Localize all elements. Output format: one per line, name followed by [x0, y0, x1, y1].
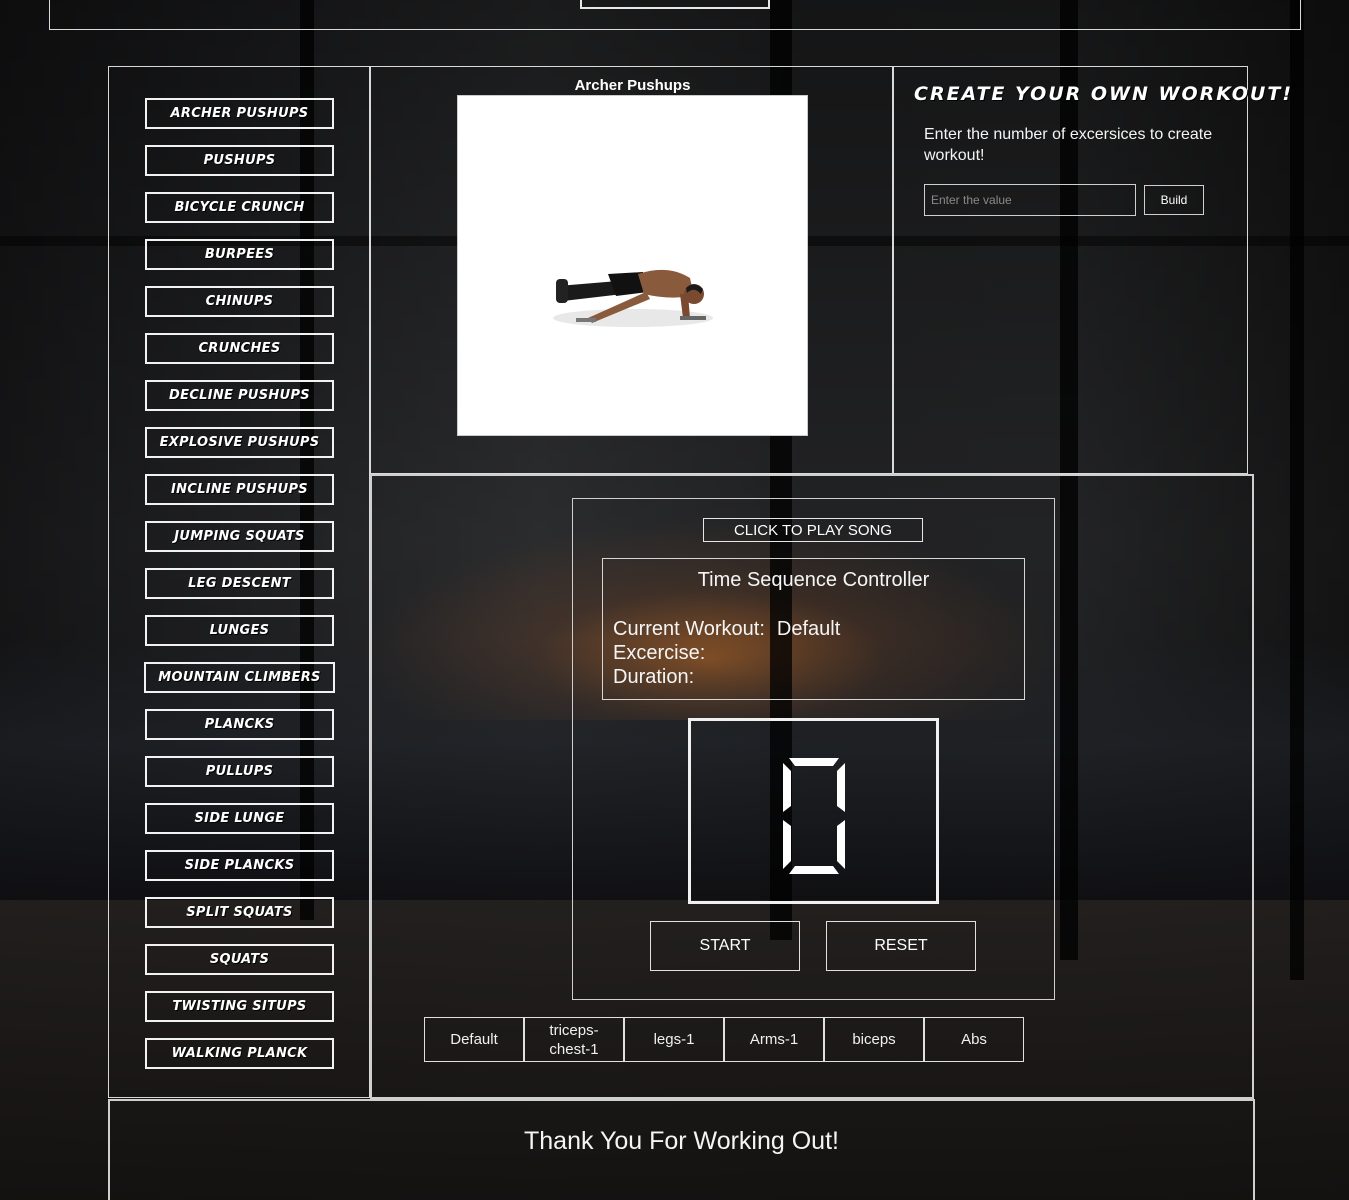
seven-segment-digit: 0: [691, 721, 845, 874]
duration-label: Duration:: [613, 666, 695, 688]
exercise-sidebar: ARCHER PUSHUPS PUSHUPS BICYCLE CRUNCH BU…: [108, 66, 370, 1098]
exercise-button-walking-planck[interactable]: WALKING PLANCK: [145, 1038, 334, 1069]
footer: Thank You For Working Out!: [108, 1099, 1255, 1200]
current-workout-value: Default: [776, 618, 841, 640]
tab-triceps-chest-1[interactable]: triceps-chest-1: [524, 1017, 624, 1062]
exercise-button-archer-pushups[interactable]: ARCHER PUSHUPS: [145, 98, 334, 129]
exercise-button-plancks[interactable]: PLANCKS: [145, 709, 334, 740]
current-workout-label: Current Workout:: [613, 618, 765, 640]
exercise-button-bicycle-crunch[interactable]: BICYCLE CRUNCH: [145, 192, 334, 223]
reset-button[interactable]: RESET: [826, 921, 976, 971]
timer-value: 0: [691, 721, 692, 722]
exercise-button-leg-descent[interactable]: LEG DESCENT: [145, 568, 334, 599]
current-workout-row: Current Workout: Default: [613, 617, 840, 641]
exercise-button-chinups[interactable]: CHINUPS: [145, 286, 334, 317]
exercise-count-input[interactable]: [924, 184, 1136, 216]
workout-tabs: Default triceps-chest-1 legs-1 Arms-1 bi…: [424, 1017, 1024, 1062]
time-sequence-controller: Time Sequence Controller Current Workout…: [602, 558, 1025, 700]
builder-description: Enter the number of excersices to create…: [924, 126, 1213, 164]
exercise-label: Excercise:: [613, 642, 706, 664]
exercise-button-crunches[interactable]: CRUNCHES: [145, 333, 334, 364]
exercise-button-burpees[interactable]: BURPEES: [145, 239, 334, 270]
exercise-button-squats[interactable]: SQUATS: [145, 944, 334, 975]
workout-builder-panel: Create Your Own Workout! Enter the numbe…: [893, 66, 1293, 474]
exercise-button-explosive-pushups[interactable]: EXPLOSIVE PUSHUPS: [145, 427, 334, 458]
controller-card: CLICK TO PLAY SONG Time Sequence Control…: [572, 498, 1055, 1000]
exercise-button-pullups[interactable]: PULLUPS: [145, 756, 334, 787]
exercise-button-split-squats[interactable]: SPLIT SQUATS: [145, 897, 334, 928]
exercise-preview-panel: Archer Pushups: [370, 66, 893, 474]
play-song-button[interactable]: CLICK TO PLAY SONG: [703, 518, 923, 542]
preview-title: Archer Pushups: [574, 77, 691, 94]
exercise-button-lunges[interactable]: LUNGES: [145, 615, 334, 646]
top-bar: [49, 0, 1301, 30]
exercise-button-side-plancks[interactable]: SIDE PLANCKS: [145, 850, 334, 881]
exercise-button-side-lunge[interactable]: SIDE LUNGE: [145, 803, 334, 834]
exercise-button-mountain-climbers[interactable]: MOUNTAIN CLIMBERS: [144, 662, 335, 693]
builder-title: Create Your Own Workout!: [914, 83, 1293, 105]
exercise-image: [457, 95, 808, 436]
exercise-button-twisting-situps[interactable]: TWISTING SITUPS: [145, 991, 334, 1022]
countdown-display: 0: [688, 718, 939, 904]
workout-status: Current Workout: Default Excercise: Durat…: [613, 617, 840, 689]
footer-message: Thank You For Working Out!: [524, 1127, 839, 1155]
top-button[interactable]: [580, 0, 770, 9]
exercise-button-decline-pushups[interactable]: DECLINE PUSHUPS: [145, 380, 334, 411]
exercise-button-jumping-squats[interactable]: JUMPING SQUATS: [145, 521, 334, 552]
tab-default[interactable]: Default: [424, 1017, 524, 1062]
controller-title: Time Sequence Controller: [697, 569, 930, 591]
tab-biceps[interactable]: biceps: [824, 1017, 924, 1062]
exercise-button-pushups[interactable]: PUSHUPS: [145, 145, 334, 176]
exercise-button-incline-pushups[interactable]: INCLINE PUSHUPS: [145, 474, 334, 505]
tab-legs-1[interactable]: legs-1: [624, 1017, 724, 1062]
tab-abs[interactable]: Abs: [924, 1017, 1024, 1062]
tab-arms-1[interactable]: Arms-1: [724, 1017, 824, 1062]
controller-panel: CLICK TO PLAY SONG Time Sequence Control…: [370, 474, 1254, 1099]
build-button[interactable]: Build: [1144, 185, 1204, 215]
start-button[interactable]: START: [650, 921, 800, 971]
archer-pushup-illustration: [553, 269, 713, 327]
timer-digit: [783, 758, 845, 874]
window-frame: [1290, 0, 1304, 980]
